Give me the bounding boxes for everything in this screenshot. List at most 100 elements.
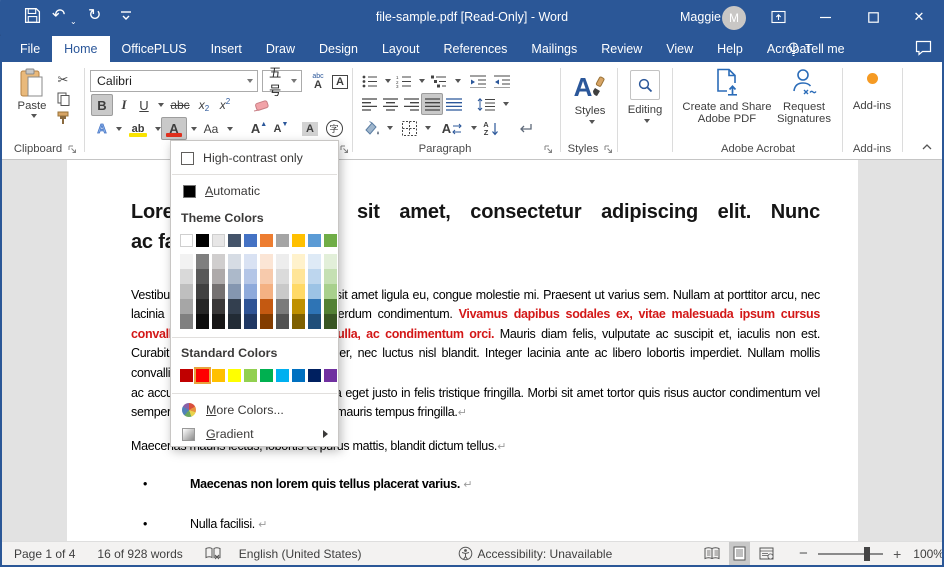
more-colors-menu-item[interactable]: More Colors...: [171, 398, 338, 422]
addins-button[interactable]: Add-ins: [846, 70, 898, 112]
theme-variant-swatch[interactable]: [180, 314, 193, 329]
show-hide-marks-button[interactable]: [512, 117, 538, 140]
standard-color-swatch[interactable]: [260, 369, 273, 382]
theme-color-swatch[interactable]: [228, 234, 241, 247]
bullets-button[interactable]: [358, 70, 382, 92]
align-right-button[interactable]: [400, 93, 422, 115]
theme-variant-swatch[interactable]: [212, 284, 225, 299]
account-name[interactable]: Maggie: [680, 10, 721, 24]
language-indicator[interactable]: English (United States): [239, 547, 362, 561]
theme-variant-swatch[interactable]: [196, 254, 209, 269]
character-shading-button[interactable]: A: [298, 117, 322, 140]
tab-review[interactable]: Review: [589, 36, 654, 62]
clear-formatting-button[interactable]: [248, 94, 274, 116]
standard-color-swatch[interactable]: [276, 369, 289, 382]
theme-variant-swatch[interactable]: [228, 299, 241, 314]
create-share-pdf-button[interactable]: Create and Share Adobe PDF: [680, 68, 774, 125]
text-effects-button[interactable]: A: [90, 117, 114, 140]
shading-dropdown-icon[interactable]: [387, 126, 393, 130]
standard-color-swatch[interactable]: [324, 369, 337, 382]
theme-variant-swatch[interactable]: [308, 269, 321, 284]
theme-variant-swatch[interactable]: [292, 254, 305, 269]
avatar[interactable]: M: [722, 6, 746, 30]
numbering-button[interactable]: 123: [392, 70, 416, 92]
comments-icon[interactable]: [915, 40, 932, 56]
standard-color-swatch[interactable]: [292, 369, 305, 382]
tab-view[interactable]: View: [654, 36, 705, 62]
theme-variant-swatch[interactable]: [292, 284, 305, 299]
theme-color-swatch[interactable]: [212, 234, 225, 247]
tab-references[interactable]: References: [431, 36, 519, 62]
theme-color-swatch[interactable]: [180, 234, 193, 247]
theme-variant-swatch[interactable]: [324, 299, 337, 314]
theme-variant-swatch[interactable]: [324, 314, 337, 329]
high-contrast-checkbox[interactable]: [181, 152, 194, 165]
document-area[interactable]: Lorem ipsum dolor sit amet, consectetur …: [0, 160, 944, 541]
theme-color-swatch[interactable]: [308, 234, 321, 247]
accessibility-status[interactable]: Accessibility: Unavailable: [478, 547, 613, 561]
tab-layout[interactable]: Layout: [370, 36, 432, 62]
standard-color-swatch[interactable]: [308, 369, 321, 382]
zoom-slider[interactable]: [818, 553, 883, 555]
maximize-button[interactable]: [860, 6, 886, 28]
high-contrast-menu-item[interactable]: High-contrast only: [171, 146, 338, 170]
theme-variant-swatch[interactable]: [308, 299, 321, 314]
theme-variant-swatch[interactable]: [244, 254, 257, 269]
theme-variant-swatch[interactable]: [228, 314, 241, 329]
theme-variant-swatch[interactable]: [276, 269, 289, 284]
shading-button[interactable]: [358, 117, 384, 140]
theme-variant-swatch[interactable]: [212, 314, 225, 329]
theme-variant-swatch[interactable]: [260, 284, 273, 299]
editing-button[interactable]: Editing: [622, 70, 668, 123]
theme-variant-swatch[interactable]: [260, 314, 273, 329]
strikethrough-button[interactable]: abc: [166, 94, 194, 116]
close-button[interactable]: ✕: [906, 6, 932, 28]
theme-variant-swatch[interactable]: [244, 299, 257, 314]
format-painter-button[interactable]: [52, 108, 74, 128]
page-indicator[interactable]: Page 1 of 4: [14, 547, 75, 561]
asian-layout-dropdown-icon[interactable]: [471, 126, 477, 130]
grow-font-button[interactable]: A▲: [248, 117, 270, 140]
font-dialog-launcher-icon[interactable]: [340, 145, 349, 154]
bullets-dropdown-icon[interactable]: [385, 79, 391, 83]
tab-mailings[interactable]: Mailings: [519, 36, 589, 62]
theme-variant-swatch[interactable]: [260, 299, 273, 314]
ribbon-display-options-icon[interactable]: [765, 6, 791, 28]
subscript-button[interactable]: x2: [193, 94, 215, 116]
tab-help[interactable]: Help: [705, 36, 755, 62]
theme-variant-swatch[interactable]: [212, 299, 225, 314]
standard-color-swatch[interactable]: [196, 369, 209, 382]
standard-color-swatch[interactable]: [212, 369, 225, 382]
theme-color-swatch[interactable]: [196, 234, 209, 247]
standard-color-swatch[interactable]: [228, 369, 241, 382]
justify-button[interactable]: [421, 93, 443, 115]
theme-variant-swatch[interactable]: [180, 299, 193, 314]
theme-color-swatch[interactable]: [244, 234, 257, 247]
theme-variant-swatch[interactable]: [180, 269, 193, 284]
theme-variant-swatch[interactable]: [324, 284, 337, 299]
align-center-button[interactable]: [379, 93, 401, 115]
paragraph-dialog-launcher-icon[interactable]: [544, 145, 553, 154]
theme-variant-swatch[interactable]: [244, 269, 257, 284]
styles-button[interactable]: A Styles: [566, 70, 614, 124]
theme-variant-swatch[interactable]: [244, 284, 257, 299]
font-color-button[interactable]: A: [161, 117, 187, 140]
theme-variant-swatch[interactable]: [276, 284, 289, 299]
change-case-button[interactable]: Aa: [198, 117, 224, 140]
theme-variant-swatch[interactable]: [196, 284, 209, 299]
gradient-menu-item[interactable]: Gradient: [171, 422, 338, 446]
theme-variant-swatch[interactable]: [228, 284, 241, 299]
tell-me-button[interactable]: Tell me: [778, 36, 855, 62]
font-name-combobox[interactable]: Calibri: [90, 70, 258, 92]
theme-variant-swatch[interactable]: [276, 314, 289, 329]
zoom-level[interactable]: 100%: [913, 547, 944, 561]
align-left-button[interactable]: [358, 93, 380, 115]
theme-variant-swatch[interactable]: [180, 254, 193, 269]
theme-variant-swatch[interactable]: [308, 314, 321, 329]
underline-dropdown-icon[interactable]: [158, 103, 164, 107]
styles-dialog-launcher-icon[interactable]: [604, 145, 613, 154]
tab-insert[interactable]: Insert: [199, 36, 254, 62]
theme-variant-swatch[interactable]: [276, 299, 289, 314]
theme-variant-swatch[interactable]: [260, 254, 273, 269]
cut-button[interactable]: ✂: [52, 70, 74, 90]
